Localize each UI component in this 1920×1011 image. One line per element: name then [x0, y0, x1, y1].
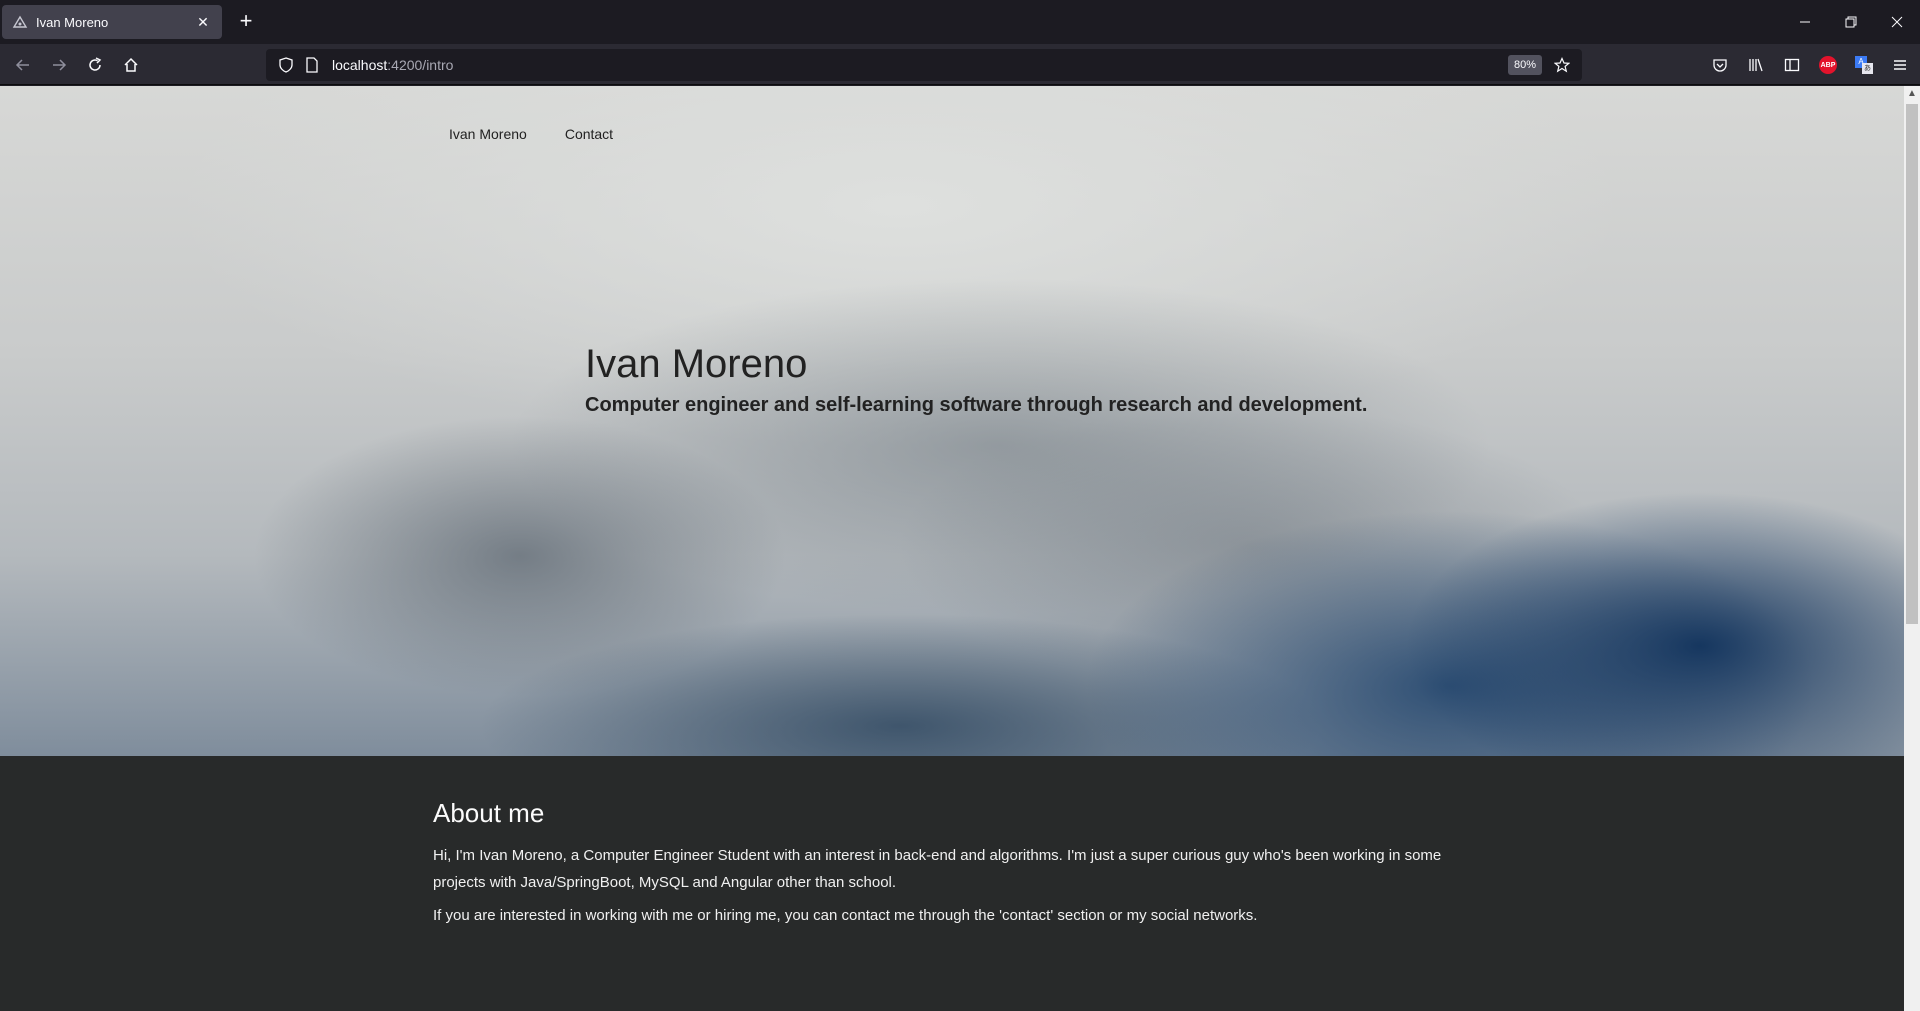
adblock-plus-icon[interactable]: ABP [1814, 52, 1842, 78]
about-title: About me [433, 798, 545, 828]
window-controls [1782, 0, 1920, 44]
page-icon[interactable] [302, 55, 322, 75]
shield-icon[interactable] [276, 55, 296, 75]
toolbar-extensions: ABP Aあ [1706, 52, 1914, 78]
hero-section: Ivan Moreno Contact Ivan Moreno Computer… [0, 86, 1904, 756]
hero-title: Ivan Moreno [585, 342, 808, 386]
back-arrow-icon[interactable] [10, 52, 36, 78]
firefox-tab-icon [12, 14, 28, 30]
scroll-up-icon[interactable]: ▲ [1907, 88, 1917, 99]
about-section: About me Hi, I'm Ivan Moreno, a Computer… [0, 756, 1904, 1011]
nav-link-home[interactable]: Ivan Moreno [449, 126, 527, 142]
about-paragraph-1: Hi, I'm Ivan Moreno, a Computer Engineer… [433, 847, 1442, 891]
forward-arrow-icon[interactable] [46, 52, 72, 78]
about-paragraph-2: If you are interested in working with me… [433, 907, 1258, 924]
minimize-icon[interactable] [1782, 0, 1828, 44]
new-tab-button[interactable]: + [234, 10, 258, 34]
page-viewport: Ivan Moreno Contact Ivan Moreno Computer… [0, 86, 1904, 1011]
navigation-toolbar: localhost:4200/intro 80% ABP Aあ [0, 44, 1920, 85]
page-scrollbar[interactable]: ▲ [1904, 86, 1920, 1011]
scroll-thumb[interactable] [1906, 104, 1918, 624]
tab-title: Ivan Moreno [36, 14, 109, 30]
close-window-icon[interactable] [1874, 0, 1920, 44]
site-nav: Ivan Moreno Contact [449, 126, 613, 142]
restore-icon[interactable] [1828, 0, 1874, 44]
pocket-icon[interactable] [1706, 52, 1734, 78]
home-icon[interactable] [118, 52, 144, 78]
library-icon[interactable] [1742, 52, 1770, 78]
nav-link-contact[interactable]: Contact [565, 126, 613, 142]
tab-bar: Ivan Moreno ✕ + [0, 0, 1920, 44]
url-host: localhost [332, 57, 388, 73]
url-path: :4200/intro [387, 57, 454, 73]
reload-icon[interactable] [82, 52, 108, 78]
tab-close-icon[interactable]: ✕ [194, 14, 212, 31]
url-bar[interactable]: localhost:4200/intro 80% [266, 49, 1582, 81]
menu-hamburger-icon[interactable] [1886, 52, 1914, 78]
sidebar-icon[interactable] [1778, 52, 1806, 78]
tab-active[interactable]: Ivan Moreno ✕ [2, 5, 222, 39]
zoom-level-button[interactable]: 80% [1507, 55, 1542, 75]
translate-icon[interactable]: Aあ [1850, 52, 1878, 78]
bookmark-star-icon[interactable] [1552, 55, 1572, 75]
hero-subtitle: Computer engineer and self-learning soft… [585, 394, 1368, 416]
url-text[interactable]: localhost:4200/intro [332, 57, 453, 73]
